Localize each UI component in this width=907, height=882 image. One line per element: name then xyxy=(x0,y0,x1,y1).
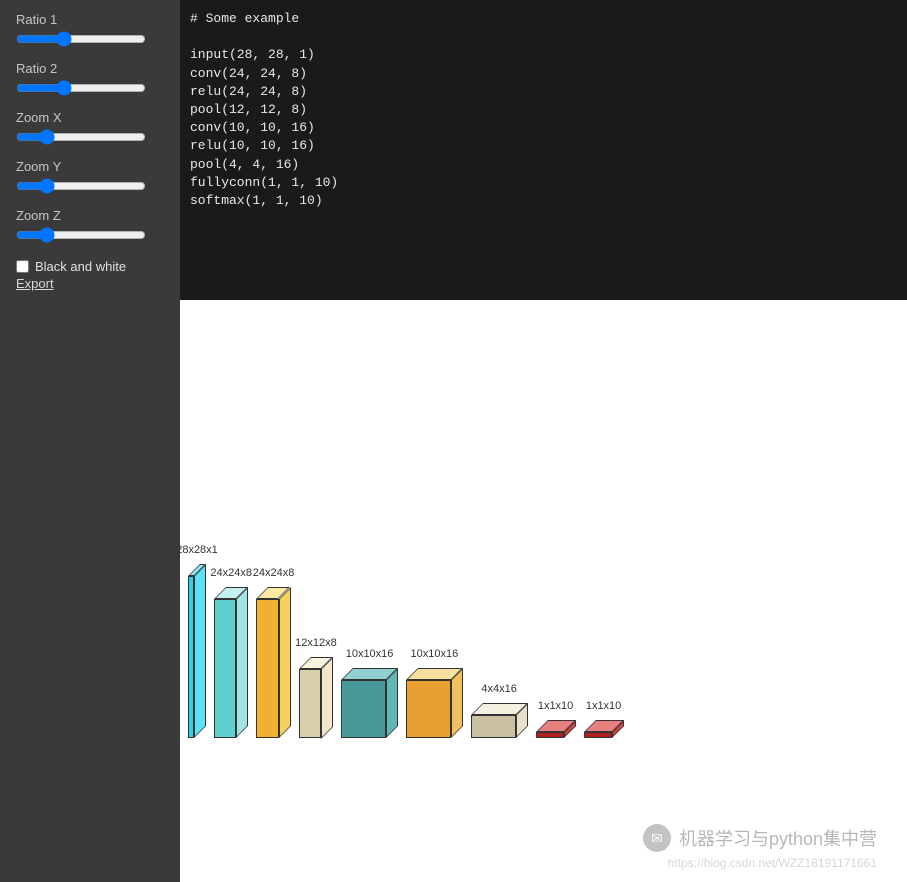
bw-checkbox[interactable] xyxy=(16,260,29,273)
sidebar: Ratio 1 Ratio 2 Zoom X Zoom Y Zoom Z Black a… xyxy=(0,0,180,882)
watermark-url: https://blog.csdn.net/WZZ18191171661 xyxy=(668,856,877,870)
watermark-text: 机器学习与python集中营 xyxy=(679,825,877,851)
layer-3: 12x12x8 xyxy=(299,657,333,739)
layer-label: 10x10x16 xyxy=(346,648,394,660)
layer-label: 1x1x10 xyxy=(538,700,573,712)
main-area: # Some example input(28, 28, 1) conv(24,… xyxy=(180,0,907,882)
layer-label: 24x24x8 xyxy=(210,567,252,579)
watermark: ✉ 机器学习与python集中营 xyxy=(643,824,877,852)
slider-group-ratio-1: Ratio 1 xyxy=(16,12,164,49)
slider-label: Ratio 2 xyxy=(16,61,164,76)
slider-group-zoom-y: Zoom Y xyxy=(16,159,164,196)
slider-group-zoom-z: Zoom Z xyxy=(16,208,164,245)
slider-zoom-z[interactable] xyxy=(16,230,146,240)
layer-container: 28x28x124x24x824x24x812x12x810x10x1610x1… xyxy=(188,564,630,738)
slider-label: Zoom Z xyxy=(16,208,164,223)
layer-label: 12x12x8 xyxy=(295,637,337,649)
layer-label: 28x28x1 xyxy=(176,544,218,556)
export-link[interactable]: Export xyxy=(16,276,164,291)
slider-ratio-2[interactable] xyxy=(16,83,146,93)
layer-6: 4x4x16 xyxy=(471,703,528,738)
code-editor[interactable]: # Some example input(28, 28, 1) conv(24,… xyxy=(180,0,907,300)
bw-checkbox-row[interactable]: Black and white xyxy=(16,259,164,274)
layer-5: 10x10x16 xyxy=(406,668,463,738)
slider-label: Zoom Y xyxy=(16,159,164,174)
layer-2: 24x24x8 xyxy=(256,587,290,738)
layer-8: 1x1x10 xyxy=(584,720,624,738)
layer-label: 4x4x16 xyxy=(481,683,516,695)
layer-label: 1x1x10 xyxy=(586,700,621,712)
slider-ratio-1[interactable] xyxy=(16,34,146,44)
slider-label: Ratio 1 xyxy=(16,12,164,27)
layer-label: 24x24x8 xyxy=(253,567,295,579)
bw-checkbox-label: Black and white xyxy=(35,259,126,274)
layer-0: 28x28x1 xyxy=(188,564,206,738)
wechat-icon: ✉ xyxy=(643,824,671,852)
slider-label: Zoom X xyxy=(16,110,164,125)
layer-4: 10x10x16 xyxy=(341,668,398,738)
layer-7: 1x1x10 xyxy=(536,720,576,738)
slider-zoom-y[interactable] xyxy=(16,181,146,191)
slider-group-ratio-2: Ratio 2 xyxy=(16,61,164,98)
slider-zoom-x[interactable] xyxy=(16,132,146,142)
layer-1: 24x24x8 xyxy=(214,587,248,738)
visualization-area: 28x28x124x24x824x24x812x12x810x10x1610x1… xyxy=(180,300,907,882)
layer-label: 10x10x16 xyxy=(411,648,459,660)
slider-group-zoom-x: Zoom X xyxy=(16,110,164,147)
